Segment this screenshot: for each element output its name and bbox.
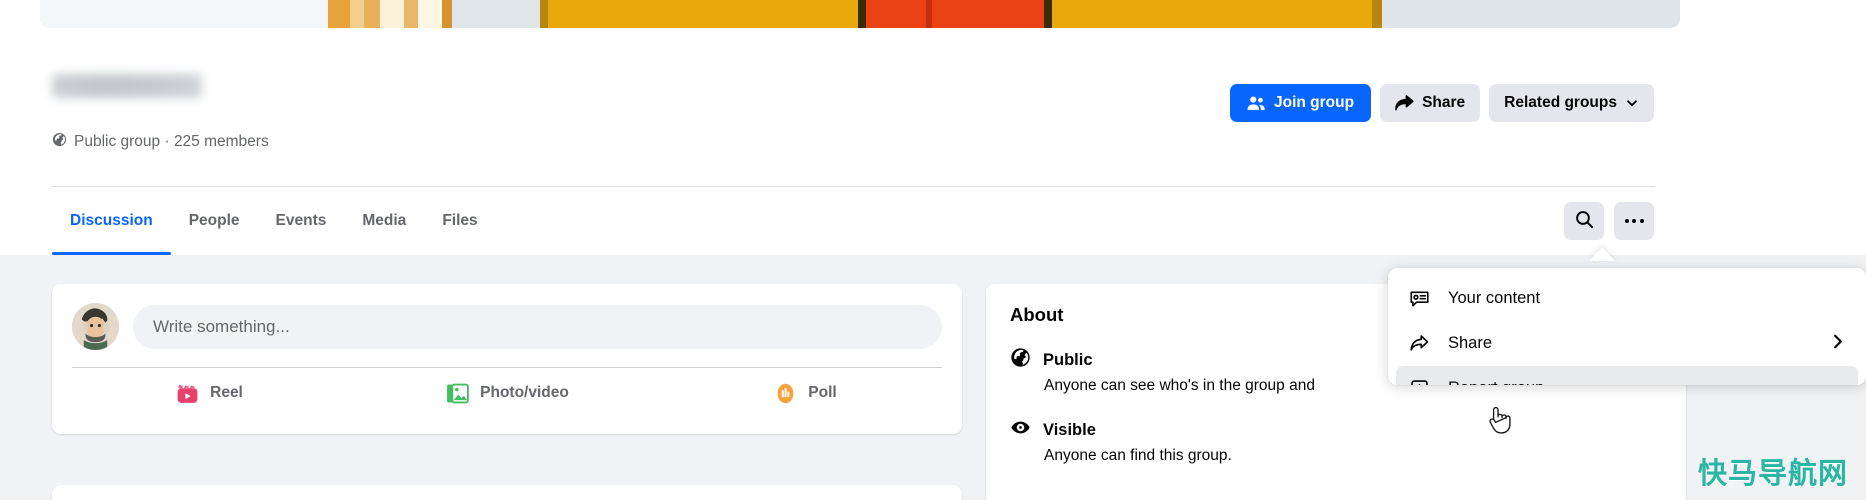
about-item-visible-label: Visible	[1043, 420, 1096, 439]
tab-events-label: Events	[275, 212, 327, 229]
eye-icon	[1010, 417, 1031, 443]
post-composer-card: Write something... Reel Photo/video Poll	[52, 284, 962, 434]
globe-icon	[1010, 347, 1031, 373]
more-horizontal-icon	[1624, 219, 1644, 223]
group-header: Public group · 225 members Join group Sh…	[0, 28, 1866, 186]
group-page: Public group · 225 members Join group Sh…	[0, 0, 1866, 500]
header-action-buttons: Join group Share Related groups	[1230, 84, 1654, 122]
share-button[interactable]: Share	[1380, 84, 1481, 122]
group-name	[52, 74, 202, 98]
menu-caret	[1589, 247, 1615, 261]
group-meta: Public group · 225 members	[52, 132, 269, 152]
menu-item-your-content[interactable]: Your content	[1396, 276, 1858, 321]
tab-people-label: People	[188, 212, 240, 229]
composer-action-row: Reel Photo/video Poll	[52, 368, 962, 418]
tab-files[interactable]: Files	[424, 187, 495, 255]
composer-placeholder: Write something...	[153, 316, 290, 336]
tab-people[interactable]: People	[171, 187, 258, 255]
tab-media[interactable]: Media	[344, 187, 424, 255]
cover-photo-image	[40, 0, 1680, 28]
reel-icon	[175, 381, 200, 406]
about-item-visible: Visible Anyone can find this group.	[1010, 417, 1662, 466]
tab-events[interactable]: Events	[258, 187, 345, 255]
cover-photo[interactable]	[40, 0, 1680, 28]
site-watermark: 快马导航网	[1697, 456, 1848, 490]
menu-item-share[interactable]: Share	[1396, 321, 1858, 366]
composer-action-poll-label: Poll	[808, 384, 837, 401]
more-options-menu: Your content Share	[1388, 268, 1866, 385]
join-group-button[interactable]: Join group	[1230, 84, 1372, 122]
composer-input[interactable]: Write something...	[133, 304, 942, 349]
menu-item-share-label: Share	[1448, 334, 1493, 352]
chevron-down-icon	[1625, 96, 1639, 110]
chevron-right-icon	[1828, 332, 1847, 356]
about-item-visible-description: Anyone can find this group.	[1044, 447, 1232, 465]
about-item-public-label: Public	[1043, 350, 1093, 369]
search-icon	[1575, 210, 1594, 232]
tab-list: Discussion People Events Media Files	[52, 187, 496, 255]
share-label: Share	[1422, 94, 1466, 111]
tab-files-label: Files	[442, 212, 478, 229]
globe-icon	[52, 132, 67, 152]
composer-action-reel-label: Reel	[210, 384, 243, 401]
group-meta-text: Public group · 225 members	[74, 133, 269, 150]
menu-item-report-group[interactable]: Report group	[1396, 366, 1858, 385]
feed-card	[52, 485, 962, 500]
menu-item-your-content-label: Your content	[1448, 289, 1541, 307]
share-arrow-icon	[1407, 332, 1431, 355]
composer-action-reel[interactable]: Reel	[60, 373, 358, 413]
people-icon	[1247, 95, 1266, 111]
tab-discussion-label: Discussion	[70, 212, 153, 229]
avatar[interactable]	[72, 303, 119, 350]
composer-action-photo-video-label: Photo/video	[480, 384, 569, 401]
poll-icon	[773, 381, 798, 406]
composer-action-poll[interactable]: Poll	[656, 373, 954, 413]
join-group-label: Join group	[1274, 94, 1355, 111]
your-content-icon	[1407, 287, 1431, 310]
more-options-button[interactable]	[1614, 202, 1654, 240]
related-groups-label: Related groups	[1504, 94, 1617, 111]
tab-media-label: Media	[362, 212, 407, 229]
search-button[interactable]	[1564, 202, 1604, 240]
composer-action-photo-video[interactable]: Photo/video	[358, 373, 656, 413]
avatar-image	[72, 303, 119, 350]
tab-bar: Discussion People Events Media Files	[0, 187, 1866, 255]
related-groups-button[interactable]: Related groups	[1489, 84, 1654, 122]
report-icon	[1407, 377, 1431, 385]
menu-item-report-group-label: Report group	[1448, 379, 1847, 385]
tab-bar-actions	[1564, 202, 1654, 240]
share-arrow-icon	[1395, 94, 1414, 112]
photo-video-icon	[445, 381, 470, 406]
tab-discussion[interactable]: Discussion	[52, 187, 171, 255]
